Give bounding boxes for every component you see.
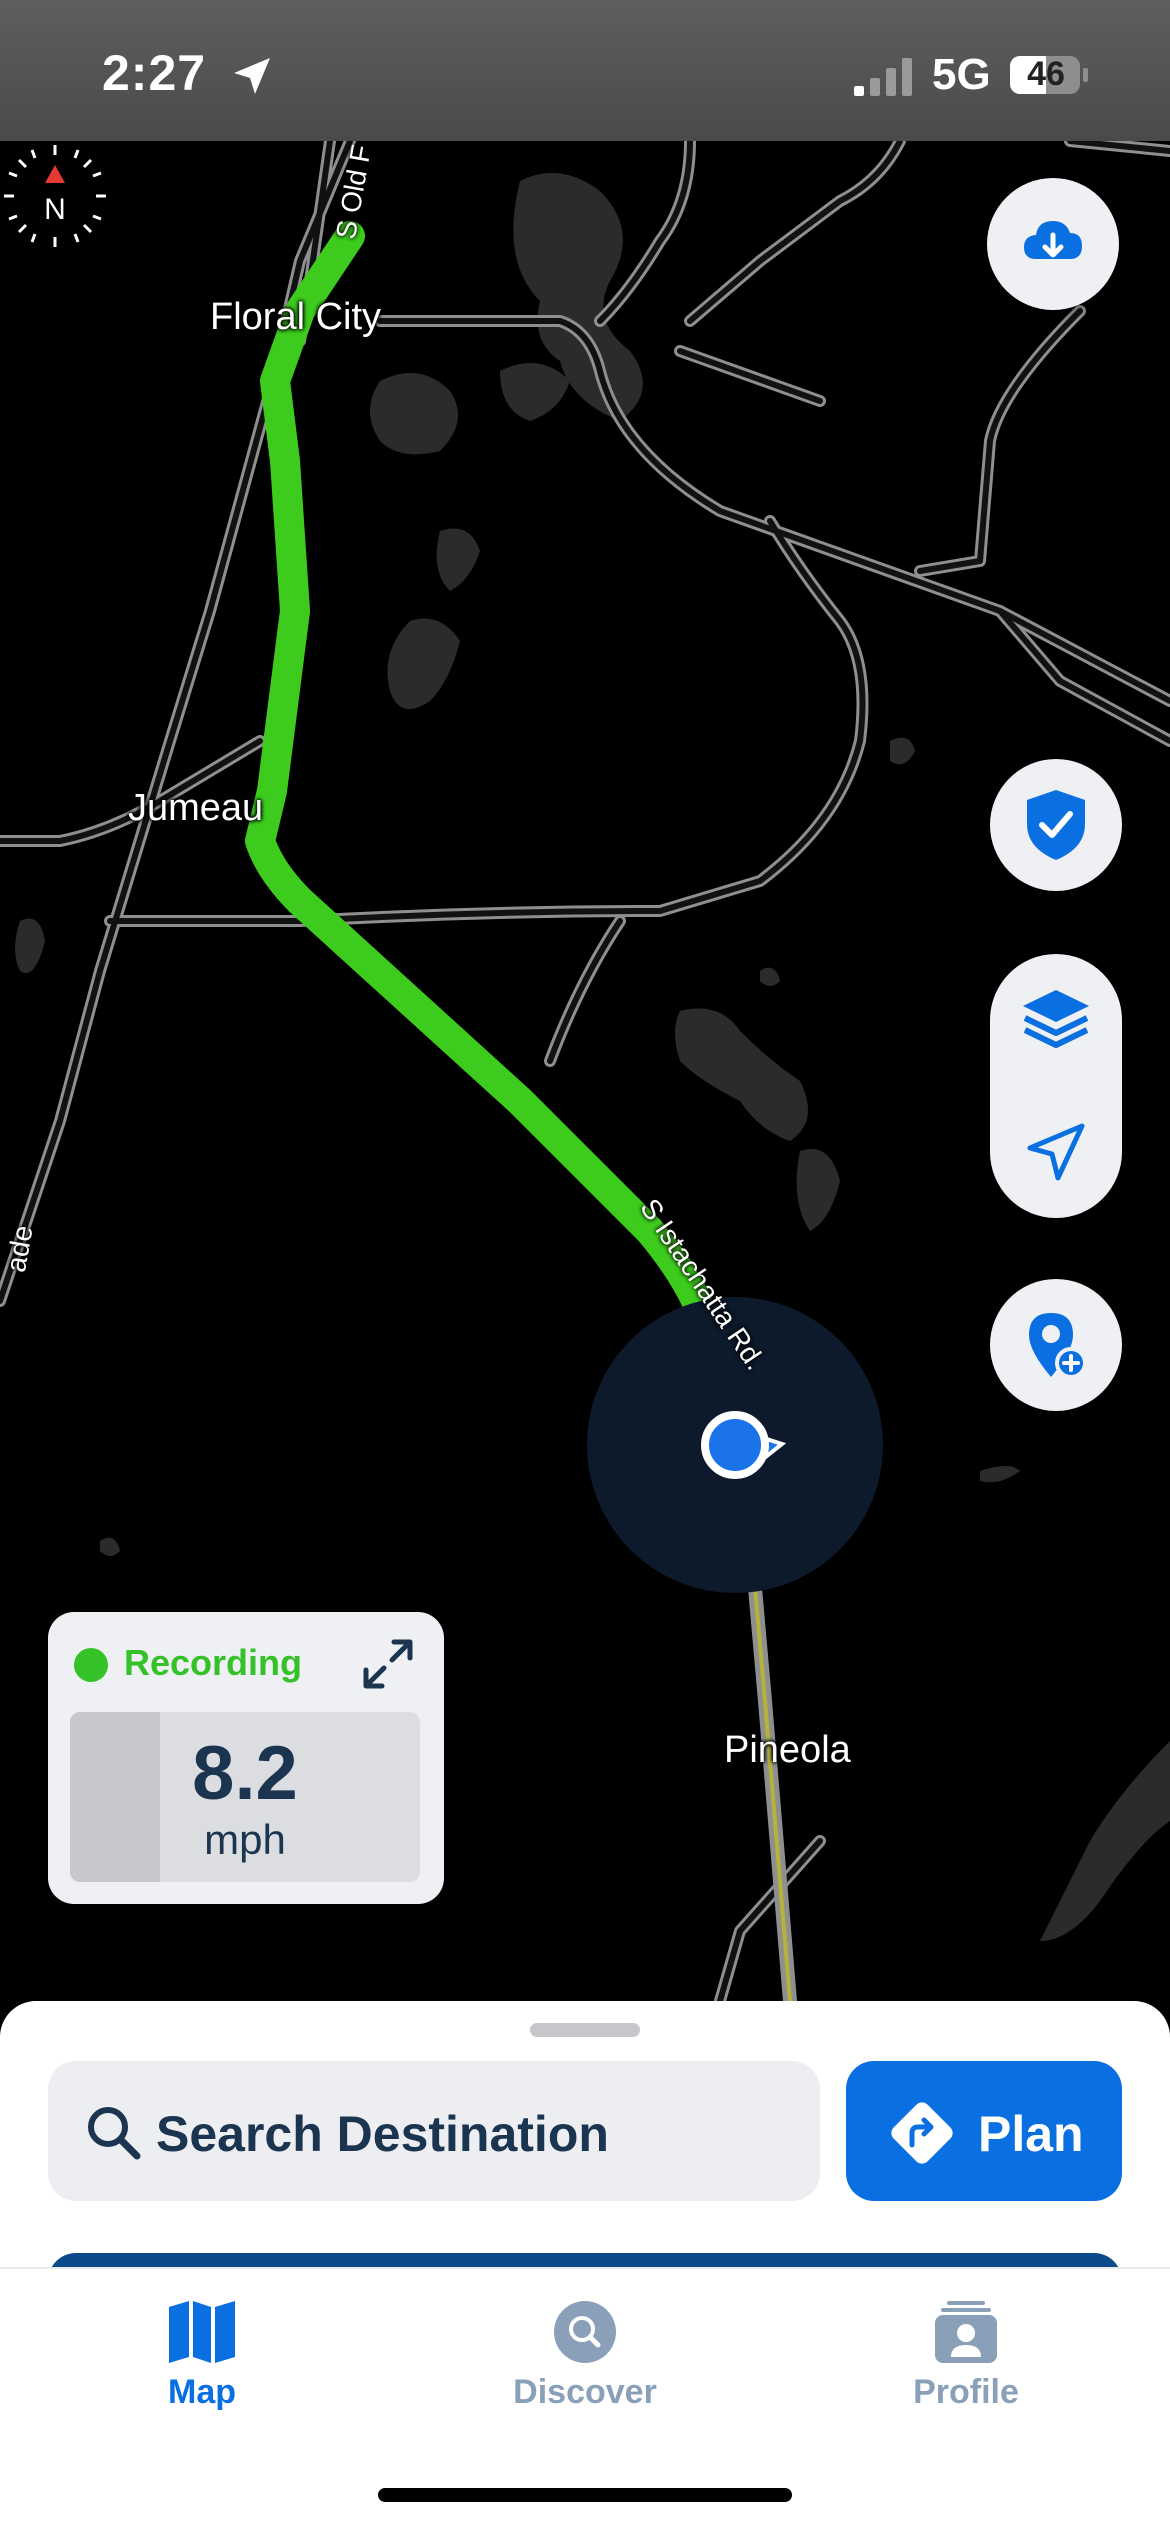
plan-label: Plan bbox=[978, 2106, 1084, 2162]
recording-card[interactable]: Recording 8.2 mph bbox=[48, 1612, 444, 1904]
add-location-button[interactable] bbox=[990, 1279, 1122, 1411]
expand-icon[interactable] bbox=[360, 1636, 416, 1692]
cloud-download-icon bbox=[1024, 221, 1082, 259]
app-screen: 2:27 5G 46 Floral City Jumeau Pineola S … bbox=[0, 0, 1170, 2532]
network-type: 5G bbox=[932, 50, 991, 99]
directions-icon bbox=[891, 2102, 953, 2164]
map-controls-group bbox=[990, 954, 1122, 1218]
search-placeholder: Search Destination bbox=[156, 2106, 609, 2162]
tab-profile-label: Profile bbox=[913, 2373, 1019, 2411]
layers-icon bbox=[1023, 990, 1089, 1048]
add-location-icon bbox=[1029, 1313, 1087, 1379]
map-icon bbox=[169, 2301, 235, 2363]
compass-icon[interactable]: N bbox=[0, 141, 110, 251]
home-indicator bbox=[378, 2488, 792, 2502]
speed-display: 8.2 mph bbox=[70, 1712, 420, 1882]
tab-map-label: Map bbox=[168, 2373, 236, 2411]
speed-value: 8.2 bbox=[192, 1731, 298, 1816]
search-icon bbox=[88, 2107, 141, 2160]
shield-check-icon bbox=[1027, 790, 1085, 860]
discover-icon bbox=[554, 2301, 616, 2363]
battery-level: 46 bbox=[1027, 55, 1065, 93]
plan-button[interactable]: Plan bbox=[846, 2061, 1122, 2201]
signal-icon bbox=[854, 58, 912, 96]
tab-discover[interactable]: Discover bbox=[465, 2299, 705, 2439]
search-destination-input[interactable]: Search Destination bbox=[48, 2061, 820, 2201]
offline-download-button[interactable] bbox=[987, 178, 1119, 310]
sheet-grabber[interactable] bbox=[530, 2023, 640, 2037]
speed-gauge bbox=[70, 1712, 160, 1882]
navigation-arrow-icon bbox=[1027, 1123, 1085, 1181]
status-bar: 2:27 5G 46 bbox=[0, 0, 1170, 141]
recenter-button[interactable] bbox=[990, 1086, 1122, 1218]
tab-profile[interactable]: Profile bbox=[846, 2299, 1086, 2439]
safety-button[interactable] bbox=[990, 759, 1122, 891]
recording-indicator bbox=[74, 1648, 108, 1682]
tab-discover-label: Discover bbox=[513, 2373, 657, 2411]
place-label-pineola: Pineola bbox=[724, 1729, 851, 1771]
speed-unit: mph bbox=[204, 1816, 286, 1863]
layers-button[interactable] bbox=[990, 954, 1122, 1086]
recording-status: Recording bbox=[124, 1642, 303, 1683]
place-label-floral-city: Floral City bbox=[210, 296, 382, 338]
status-time: 2:27 bbox=[102, 45, 207, 101]
tab-map[interactable]: Map bbox=[82, 2299, 322, 2439]
location-arrow-icon bbox=[234, 58, 270, 94]
compass-north-label: N bbox=[44, 193, 66, 226]
place-label-jumeau: Jumeau bbox=[128, 787, 264, 829]
profile-icon bbox=[935, 2301, 997, 2363]
